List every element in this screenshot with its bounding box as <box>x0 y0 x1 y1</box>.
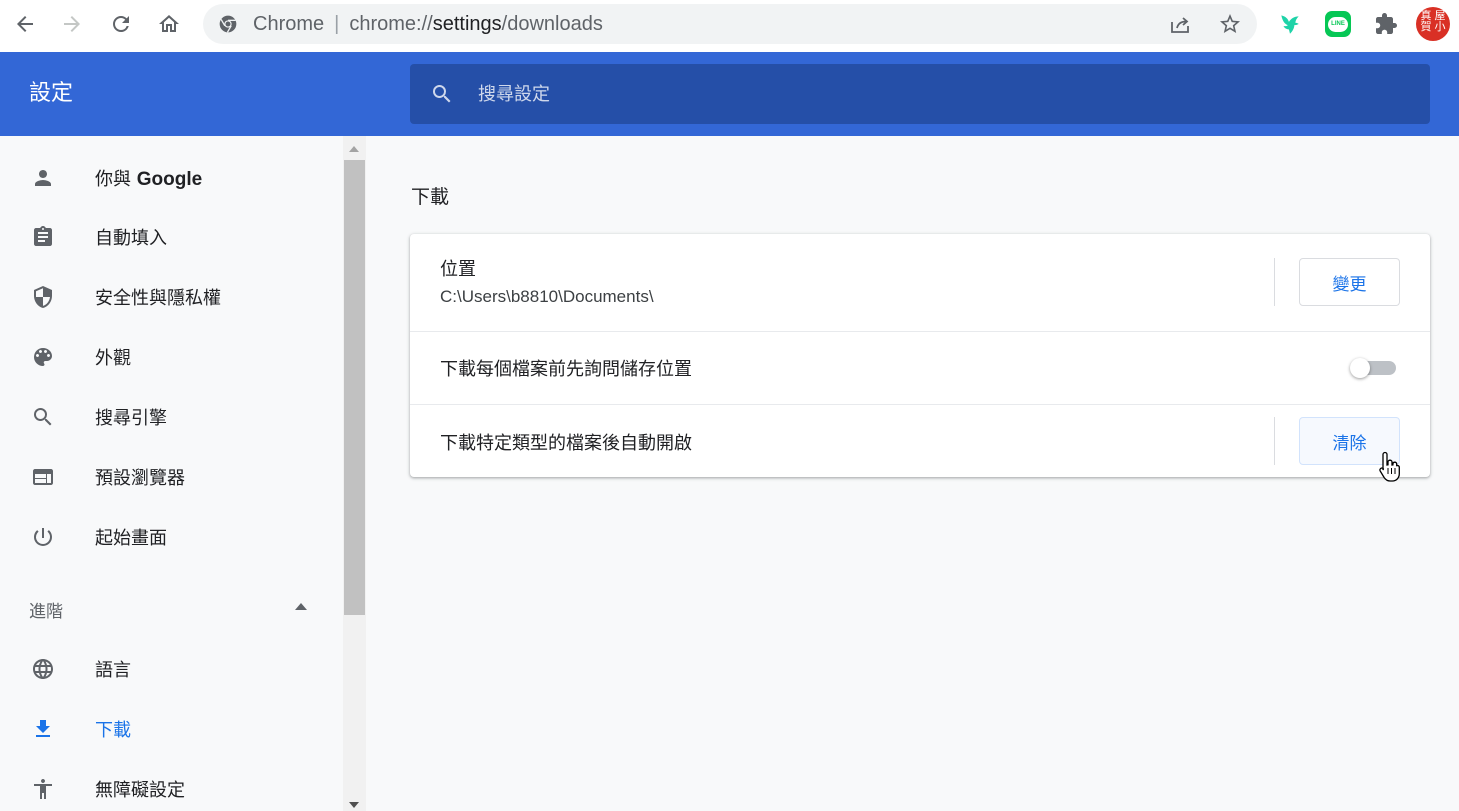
browser-toolbar: Chrome | chrome://settings/downloads LINE … <box>0 0 1459 52</box>
sidebar-item-languages[interactable]: 語言 <box>0 641 343 697</box>
sidebar-item-label: 外觀 <box>95 348 131 369</box>
settings-sidebar: 你與 Google 自動填入 安全性與隱私權 外觀 搜尋引擎 預設瀏覽器 起始畫… <box>0 136 343 811</box>
browser-window-icon <box>33 469 53 485</box>
sidebar-item-label: 你與 <box>95 169 137 190</box>
url-host: settings <box>432 13 502 35</box>
sidebar-item-downloads[interactable]: 下載 <box>0 701 343 757</box>
scroll-down-arrow-icon[interactable] <box>349 802 359 808</box>
location-label: 位置 <box>440 259 476 280</box>
reload-icon <box>113 15 129 32</box>
url-scheme: chrome:// <box>349 13 433 35</box>
hand-pointer-cursor-icon <box>1379 451 1400 482</box>
profile-avatar[interactable]: 真 賀 屋 小 <box>1416 7 1450 41</box>
sidebar-item-label: 預設瀏覽器 <box>95 468 185 489</box>
sidebar-item-label: 語言 <box>95 660 131 681</box>
reload-button[interactable] <box>97 0 145 48</box>
sidebar-item-on-startup[interactable]: 起始畫面 <box>0 509 343 565</box>
share-icon[interactable] <box>1168 12 1192 36</box>
scroll-up-arrow-icon[interactable] <box>349 146 359 152</box>
back-button[interactable] <box>1 0 49 48</box>
sidebar-item-label: 無障礙設定 <box>95 780 185 801</box>
sidebar-item-search-engine[interactable]: 搜尋引擎 <box>0 389 343 445</box>
search-input[interactable] <box>478 64 1378 124</box>
palette-icon <box>34 348 52 366</box>
sidebar-item-label: 安全性與隱私權 <box>95 288 221 309</box>
row-divider <box>1274 417 1275 465</box>
chrome-logo-icon <box>219 15 237 33</box>
clipboard-icon <box>34 226 52 246</box>
sidebar-item-privacy[interactable]: 安全性與隱私權 <box>0 269 343 325</box>
line-extension-icon[interactable]: LINE <box>1324 10 1352 38</box>
sidebar-item-label: 下載 <box>95 720 131 741</box>
forward-button[interactable] <box>48 0 96 48</box>
ask-save-location-row[interactable]: 下載每個檔案前先詢問儲存位置 <box>410 331 1430 404</box>
sidebar-item-label: 搜尋引擎 <box>95 408 167 429</box>
sidebar-item-autofill[interactable]: 自動填入 <box>0 209 343 265</box>
sidebar-item-appearance[interactable]: 外觀 <box>0 329 343 385</box>
caret-up-icon <box>295 603 307 610</box>
location-path: C:\Users\b8810\Documents\ <box>440 287 654 306</box>
sidebar-advanced-toggle[interactable]: 進階 <box>0 583 343 633</box>
accessibility-icon <box>34 779 52 799</box>
downloads-card: 位置 C:\Users\b8810\Documents\ 變更 下載每個檔案前先… <box>410 234 1430 477</box>
sidebar-item-accessibility[interactable]: 無障礙設定 <box>0 761 343 811</box>
location-row: 位置 C:\Users\b8810\Documents\ 變更 <box>410 234 1430 331</box>
shield-icon <box>34 286 52 308</box>
row-divider <box>1274 258 1275 306</box>
advanced-label: 進階 <box>29 602 63 622</box>
page-title: 設定 <box>29 81 74 106</box>
arrow-left-icon <box>17 16 33 32</box>
address-bar[interactable]: Chrome | chrome://settings/downloads <box>203 4 1257 44</box>
power-icon <box>34 528 52 546</box>
sidebar-item-label: 起始畫面 <box>95 528 167 549</box>
ask-save-location-toggle[interactable] <box>1348 356 1400 380</box>
section-title: 下載 <box>411 186 450 208</box>
search-icon <box>34 408 52 426</box>
bookmark-star-icon[interactable] <box>1218 12 1242 36</box>
sidebar-item-label: 自動填入 <box>95 228 167 249</box>
home-icon <box>159 15 179 32</box>
change-location-button[interactable]: 變更 <box>1299 258 1400 306</box>
settings-header: 設定 <box>0 52 1459 136</box>
download-icon <box>36 720 50 737</box>
sidebar-scrollbar[interactable] <box>343 136 366 811</box>
person-icon <box>35 170 51 186</box>
ask-save-location-label: 下載每個檔案前先詢問儲存位置 <box>440 359 692 380</box>
url-text: Chrome | chrome://settings/downloads <box>253 13 603 35</box>
scrollbar-thumb[interactable] <box>344 160 365 615</box>
globe-icon <box>33 659 53 679</box>
site-name: Chrome <box>253 13 325 35</box>
search-icon <box>433 85 451 103</box>
home-button[interactable] <box>145 0 193 48</box>
auto-open-row: 下載特定類型的檔案後自動開啟 清除 <box>410 404 1430 477</box>
sidebar-item-you-and-google[interactable]: 你與 Google <box>0 150 343 206</box>
sidebar-item-default-browser[interactable]: 預設瀏覽器 <box>0 449 343 505</box>
sidebar-item-label-google: Google <box>136 169 203 190</box>
bird-extension-icon[interactable] <box>1276 10 1304 38</box>
arrow-right-icon <box>64 16 80 32</box>
settings-search[interactable] <box>410 64 1430 124</box>
puzzle-extensions-icon[interactable] <box>1372 10 1400 38</box>
url-path: /downloads <box>501 13 603 35</box>
auto-open-label: 下載特定類型的檔案後自動開啟 <box>440 433 692 454</box>
